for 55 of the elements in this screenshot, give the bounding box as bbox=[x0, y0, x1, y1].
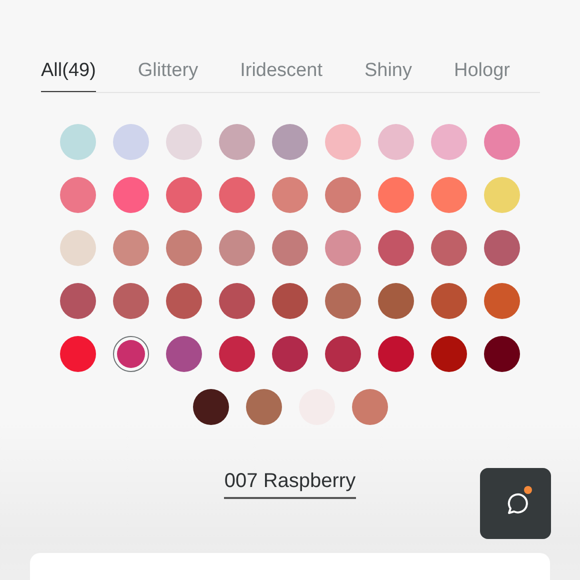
color-swatch[interactable] bbox=[272, 230, 308, 266]
color-swatch[interactable] bbox=[431, 124, 467, 160]
color-swatch[interactable] bbox=[192, 388, 228, 424]
color-swatch[interactable] bbox=[219, 336, 255, 372]
category-tab[interactable]: Shiny bbox=[364, 58, 412, 92]
color-swatch[interactable] bbox=[378, 124, 414, 160]
color-swatch[interactable] bbox=[325, 124, 361, 160]
color-swatch[interactable] bbox=[166, 282, 202, 318]
color-swatch[interactable] bbox=[325, 176, 361, 212]
color-swatch[interactable] bbox=[484, 230, 520, 266]
color-swatch[interactable] bbox=[484, 336, 520, 372]
color-swatch[interactable] bbox=[325, 336, 361, 372]
color-swatch[interactable] bbox=[272, 176, 308, 212]
color-swatch[interactable] bbox=[378, 230, 414, 266]
color-swatch[interactable] bbox=[431, 282, 467, 318]
color-swatch[interactable] bbox=[60, 230, 96, 266]
color-swatch[interactable] bbox=[113, 124, 149, 160]
color-swatch[interactable] bbox=[60, 124, 96, 160]
color-swatch[interactable] bbox=[325, 230, 361, 266]
color-swatch[interactable] bbox=[484, 124, 520, 160]
color-swatch[interactable] bbox=[484, 176, 520, 212]
color-swatch[interactable] bbox=[113, 176, 149, 212]
color-swatch[interactable] bbox=[352, 388, 388, 424]
color-swatch[interactable] bbox=[484, 282, 520, 318]
color-swatch[interactable] bbox=[166, 176, 202, 212]
color-swatch[interactable] bbox=[325, 282, 361, 318]
color-swatch[interactable] bbox=[113, 230, 149, 266]
color-swatch[interactable] bbox=[60, 336, 96, 372]
color-swatch[interactable] bbox=[60, 176, 96, 212]
category-tab[interactable]: Glittery bbox=[138, 58, 198, 92]
category-tab[interactable]: All(49) bbox=[41, 58, 96, 92]
color-swatch[interactable] bbox=[113, 336, 149, 372]
color-swatch[interactable] bbox=[219, 230, 255, 266]
shade-name: 007 Raspberry bbox=[224, 470, 356, 499]
color-swatch[interactable] bbox=[272, 124, 308, 160]
category-tab[interactable]: Hologr bbox=[454, 58, 510, 92]
color-swatch[interactable] bbox=[431, 230, 467, 266]
color-swatch[interactable] bbox=[166, 336, 202, 372]
color-swatch[interactable] bbox=[272, 282, 308, 318]
color-swatch[interactable] bbox=[431, 176, 467, 212]
color-swatch[interactable] bbox=[378, 176, 414, 212]
color-swatch[interactable] bbox=[166, 124, 202, 160]
category-tab[interactable]: Iridescent bbox=[240, 58, 322, 92]
color-swatch[interactable] bbox=[378, 282, 414, 318]
color-swatch[interactable] bbox=[219, 176, 255, 212]
color-swatch[interactable] bbox=[431, 336, 467, 372]
color-swatch[interactable] bbox=[378, 336, 414, 372]
color-swatch[interactable] bbox=[246, 388, 282, 424]
color-swatch[interactable] bbox=[219, 124, 255, 160]
color-swatch[interactable] bbox=[272, 336, 308, 372]
color-swatch[interactable] bbox=[113, 282, 149, 318]
color-swatch[interactable] bbox=[166, 230, 202, 266]
color-swatch[interactable] bbox=[219, 282, 255, 318]
color-swatch[interactable] bbox=[60, 282, 96, 318]
chat-button[interactable] bbox=[480, 468, 551, 539]
